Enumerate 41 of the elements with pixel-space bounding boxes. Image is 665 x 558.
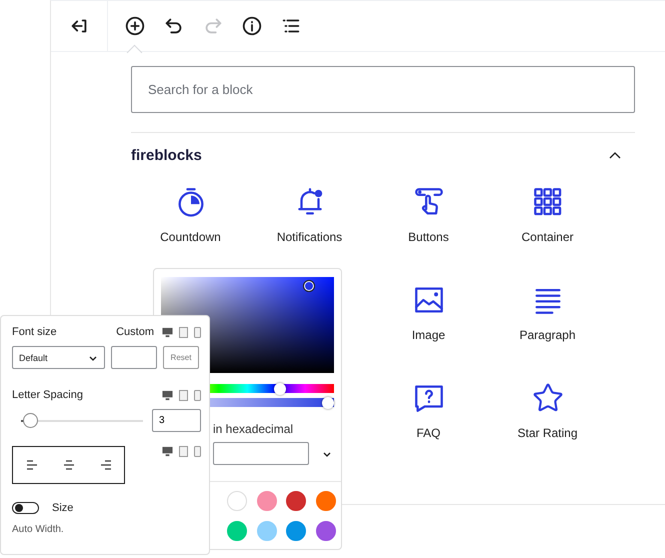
color-swatch[interactable] [316, 491, 336, 511]
block-item[interactable]: Notifications [250, 174, 369, 272]
mobile-icon [194, 390, 201, 400]
color-swatch[interactable] [227, 521, 247, 541]
desktop-icon [162, 446, 173, 457]
tablet-icon [179, 446, 188, 457]
color-swatch[interactable] [316, 521, 336, 541]
category-title: fireblocks [131, 147, 202, 164]
mobile-icon [194, 326, 201, 338]
desktop-icon [162, 390, 173, 400]
desktop-icon [162, 326, 173, 338]
info-icon [240, 15, 262, 37]
mobile-icon [194, 446, 201, 457]
font-size-label: Font size [12, 326, 57, 338]
color-swatch[interactable] [286, 521, 306, 541]
block-item[interactable]: Image [369, 272, 488, 370]
tablet-icon [179, 326, 188, 338]
block-item[interactable]: FAQ [369, 370, 488, 468]
block-item[interactable]: Buttons [369, 174, 488, 272]
color-swatch[interactable] [256, 491, 276, 511]
block-item[interactable]: Star Rating [488, 370, 607, 468]
hex-label: in hexadecimal [213, 422, 294, 436]
hint-text: Auto Width. [12, 524, 64, 535]
add-icon [124, 15, 146, 37]
tablet-icon [179, 390, 188, 400]
color-swatch[interactable] [256, 521, 276, 541]
letter-spacing-input[interactable]: 3 [152, 409, 201, 432]
font-size-select[interactable]: Default [12, 346, 105, 369]
search-field[interactable]: Search for a block [131, 66, 635, 113]
custom-size-input[interactable] [111, 346, 157, 369]
toggle-label: Size [52, 502, 74, 514]
custom-label: Custom [116, 326, 154, 338]
block-item[interactable]: Paragraph [488, 272, 607, 370]
block-item[interactable]: Countdown [131, 174, 250, 272]
color-swatch[interactable] [286, 491, 306, 511]
hex-input[interactable] [213, 442, 309, 465]
letter-spacing-label: Letter Spacing [12, 389, 83, 401]
size-toggle[interactable] [12, 502, 39, 514]
star-icon [532, 382, 564, 414]
block-item[interactable]: Container [488, 174, 607, 272]
reset-button[interactable]: Reset [163, 346, 199, 369]
